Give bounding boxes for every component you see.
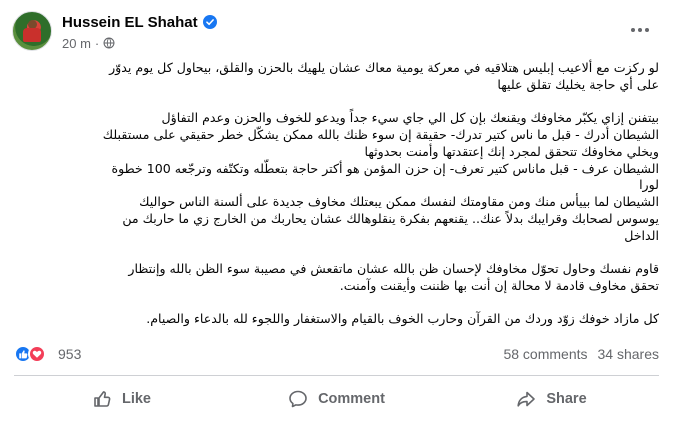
- avatar-jersey-shape: [23, 28, 41, 42]
- post-line: لورا: [639, 177, 659, 193]
- comment-bubble-icon: [289, 390, 307, 408]
- love-reaction-icon: [28, 345, 46, 363]
- post-paragraph: قاوم نفسك وحاول تحوّل مخاوفك لإحسان ظن ب…: [14, 261, 659, 295]
- dot-icon: [638, 28, 642, 32]
- engagement-counts: 58 comments 34 shares: [503, 346, 659, 362]
- like-button[interactable]: Like: [14, 378, 229, 420]
- post-body: لو ركزت مع ألاعيب إبليس هتلاقيه في معركة…: [14, 60, 659, 328]
- reactions-bar: 953 58 comments 34 shares: [14, 344, 659, 364]
- globe-icon[interactable]: [103, 37, 115, 49]
- post-meta: 20 m ·: [62, 35, 115, 51]
- post-line: تحقق مخاوف قادمة لا محالة إن أنت بها ظنن…: [339, 277, 659, 293]
- comment-label: Comment: [318, 391, 385, 407]
- post-actions: Like Comment Share: [14, 378, 659, 420]
- post-line: الشيطان عرف - قبل ماناس كتير تعرف- إن حز…: [111, 160, 660, 176]
- post-paragraph: بيتفنن إزاي يكبّر مخاوفك ويقنعك بإن كل ا…: [14, 110, 659, 245]
- meta-separator: ·: [94, 35, 100, 51]
- post-line: الشيطان لما بييأس منك ومن مقاومتك لنفسك …: [139, 194, 659, 210]
- post-paragraph: لو ركزت مع ألاعيب إبليس هتلاقيه في معركة…: [14, 60, 659, 94]
- post-line: الشيطان أدرك - قبل ما ناس كتير تدرك- حقي…: [102, 126, 659, 142]
- facebook-post: Hussein EL Shahat 20 m · لو ركزت مع ألاع…: [0, 0, 673, 428]
- comments-count[interactable]: 58 comments: [503, 346, 587, 362]
- post-timestamp[interactable]: 20 m: [62, 36, 91, 51]
- post-line: قاوم نفسك وحاول تحوّل مخاوفك لإحسان ظن ب…: [128, 261, 659, 277]
- like-label: Like: [121, 391, 151, 407]
- comment-button[interactable]: Comment: [229, 378, 444, 420]
- share-label: Share: [546, 391, 587, 407]
- reaction-count[interactable]: 953: [58, 346, 81, 362]
- post-header: Hussein EL Shahat 20 m ·: [12, 10, 662, 56]
- author-avatar[interactable]: [12, 11, 52, 51]
- dot-icon: [645, 28, 649, 32]
- reaction-icons[interactable]: [14, 345, 46, 363]
- post-line: الداخل: [624, 228, 659, 244]
- post-line: على أي حاجة يخليك تقلق عليها: [497, 76, 659, 92]
- thumbs-up-icon: [94, 391, 111, 407]
- actions-divider: [14, 375, 659, 376]
- post-line: لو ركزت مع ألاعيب إبليس هتلاقيه في معركة…: [109, 60, 659, 75]
- post-line: ويخلي مخاوفك تتحقق لمجرد إنك إعتقدتها وأ…: [364, 143, 659, 159]
- share-arrow-icon: [517, 391, 536, 407]
- shares-count[interactable]: 34 shares: [598, 346, 659, 362]
- post-paragraph: كل مازاد خوفك زوّد وردك من القرآن وحارب …: [14, 311, 659, 328]
- share-button[interactable]: Share: [444, 378, 659, 420]
- dot-icon: [631, 28, 635, 32]
- post-line: بيتفنن إزاي يكبّر مخاوفك ويقنعك بإن كل ا…: [161, 109, 659, 125]
- more-options-button[interactable]: [626, 18, 654, 42]
- author-name-row: Hussein EL Shahat: [62, 12, 217, 32]
- verified-badge-icon: [202, 15, 217, 29]
- author-name[interactable]: Hussein EL Shahat: [62, 14, 198, 31]
- post-line: يوسوس لصحابك وقرايبك بدلاً عنك.. يقنعهم …: [122, 211, 659, 227]
- post-line: كل مازاد خوفك زوّد وردك من القرآن وحارب …: [146, 310, 659, 326]
